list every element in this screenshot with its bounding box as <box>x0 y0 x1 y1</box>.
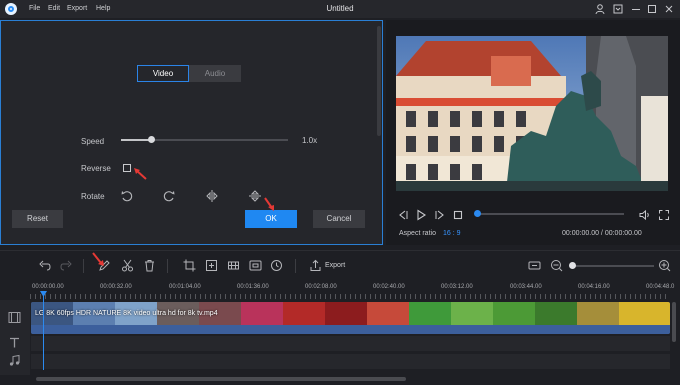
speed-slider-handle[interactable] <box>148 136 155 143</box>
user-icon[interactable] <box>594 3 606 15</box>
speed-label: Speed <box>81 137 105 146</box>
red-arrow-annotation <box>264 197 274 211</box>
rotate-right-icon[interactable] <box>162 189 176 203</box>
maximize-icon[interactable] <box>646 3 658 15</box>
tab-video[interactable]: Video <box>137 65 189 82</box>
ruler-label: 00:04:16.00 <box>578 284 610 290</box>
panel-scrollbar[interactable] <box>377 26 381 136</box>
ruler-ticks <box>30 294 670 299</box>
window-title: Untitled <box>326 4 354 13</box>
seek-bar[interactable] <box>476 213 624 215</box>
ruler-label: 00:03:12.00 <box>441 284 473 290</box>
ruler-label: 00:02:40.00 <box>373 284 405 290</box>
stop-icon[interactable] <box>452 209 464 221</box>
ok-button[interactable]: OK <box>245 210 297 228</box>
red-arrow-annotation <box>92 252 104 266</box>
speed-value: 1.0x <box>302 136 318 145</box>
flip-vertical-icon[interactable] <box>248 189 262 203</box>
time-readout: 00:00:00.00 / 00:00:00.00 <box>562 230 642 237</box>
timeline-vertical-scrollbar[interactable] <box>672 302 676 342</box>
text-track-icon <box>10 337 19 348</box>
mosaic-icon[interactable] <box>227 259 240 272</box>
playhead-line[interactable] <box>43 293 44 370</box>
ruler-label: 00:01:36.00 <box>237 284 269 290</box>
audio-track[interactable] <box>31 354 670 369</box>
rotate-left-icon[interactable] <box>120 189 134 203</box>
undo-icon[interactable] <box>38 259 51 272</box>
trash-icon[interactable] <box>143 259 156 272</box>
audio-track-icon <box>9 354 20 366</box>
text-track[interactable] <box>31 336 670 351</box>
seek-handle[interactable] <box>474 210 481 217</box>
ruler-label: 00:02:08.00 <box>305 284 337 290</box>
zoom-slider-track[interactable] <box>572 265 654 267</box>
flip-horizontal-icon[interactable] <box>205 189 219 203</box>
fullscreen-icon[interactable] <box>658 209 670 221</box>
video-preview <box>396 36 668 191</box>
zoom-in-icon[interactable] <box>658 259 671 272</box>
video-clip[interactable] <box>31 302 670 334</box>
prev-frame-icon[interactable] <box>397 209 409 221</box>
ruler-label: 00:04:48.0 <box>646 284 675 290</box>
rotate-label: Rotate <box>81 192 105 201</box>
crop-icon[interactable] <box>183 259 196 272</box>
ruler-label: 00:00:00.00 <box>32 284 64 290</box>
timeline-horizontal-scrollbar[interactable] <box>36 377 406 381</box>
tab-audio[interactable]: Audio <box>189 65 241 82</box>
export-button[interactable]: Export <box>325 262 345 269</box>
ruler-label: 00:00:32.00 <box>100 284 132 290</box>
speed-slider-fill <box>121 139 151 141</box>
clip-label: LG 8K 60fps HDR NATURE 8K video ultra hd… <box>35 310 218 317</box>
minimize-icon[interactable] <box>630 3 642 15</box>
ruler-label: 00:01:04.00 <box>169 284 201 290</box>
play-icon[interactable] <box>415 209 427 221</box>
reverse-checkbox[interactable] <box>123 164 131 172</box>
red-arrow-annotation <box>134 168 147 180</box>
toolbar-divider <box>295 259 296 273</box>
zoom-out-icon[interactable] <box>550 259 563 272</box>
aspect-ratio-label: Aspect ratio <box>399 230 436 237</box>
redo-icon[interactable] <box>60 259 73 272</box>
video-track-icon <box>8 312 21 323</box>
timer-icon[interactable] <box>270 259 283 272</box>
aspect-ratio-value[interactable]: 16 : 9 <box>443 230 461 237</box>
next-frame-icon[interactable] <box>434 209 446 221</box>
toolbar-divider <box>167 259 168 273</box>
zoom-slider-handle[interactable] <box>569 262 576 269</box>
reverse-label: Reverse <box>81 164 111 173</box>
ruler-label: 00:03:44.00 <box>510 284 542 290</box>
cancel-button[interactable]: Cancel <box>313 210 365 228</box>
effect-icon[interactable] <box>205 259 218 272</box>
fit-icon[interactable] <box>528 259 541 272</box>
reset-button[interactable]: Reset <box>12 210 63 228</box>
export-icon[interactable] <box>309 259 322 272</box>
toolbar-divider <box>83 259 84 273</box>
volume-icon[interactable] <box>639 209 651 221</box>
close-icon[interactable] <box>663 3 675 15</box>
scissors-icon[interactable] <box>121 259 134 272</box>
restore-icon[interactable] <box>612 3 624 15</box>
watermark-icon[interactable] <box>249 259 262 272</box>
